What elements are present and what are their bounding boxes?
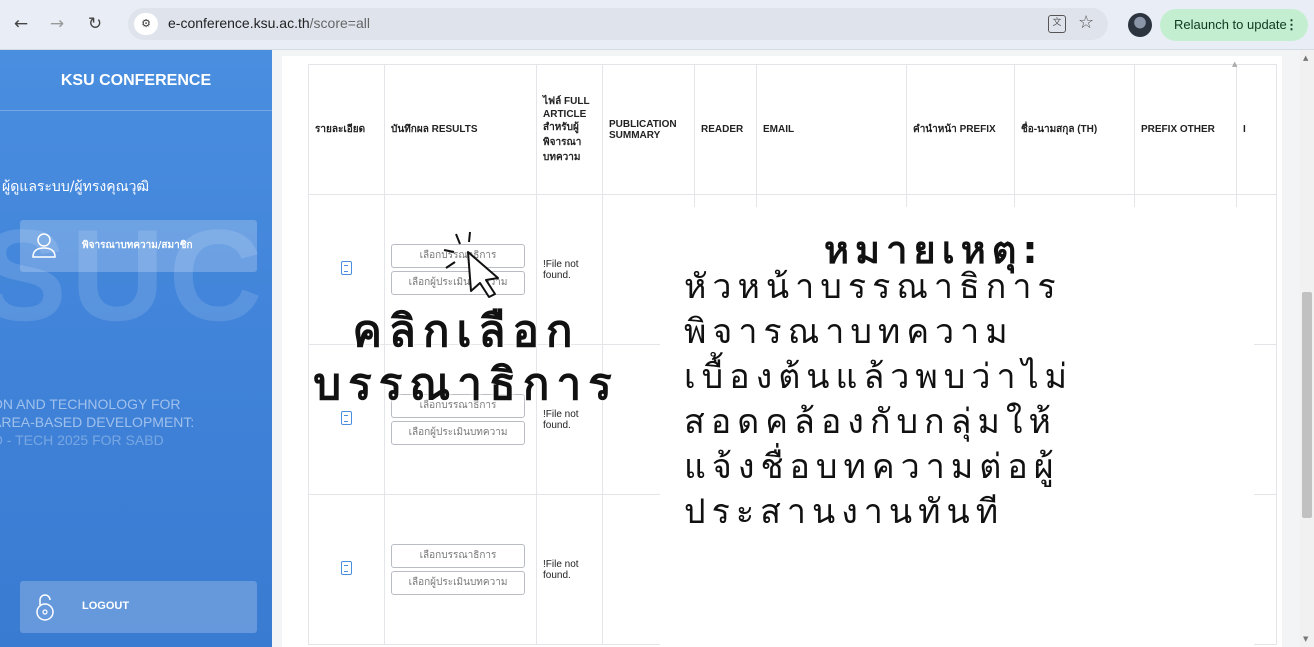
column-header: PUBLICATION SUMMARY (602, 64, 695, 195)
bookmark-star-icon[interactable]: ☆ (1078, 12, 1094, 33)
table-header-row: รายละเอียด บันทึกผล RESULTS ไฟล์ FULL AR… (308, 64, 1277, 195)
note-line: แจ้งชื่อบทความต่อผู้ (684, 447, 1060, 487)
back-icon[interactable]: ← (8, 11, 34, 37)
clipboard-icon[interactable] (341, 411, 352, 425)
logout-button[interactable]: LOGOUT (20, 581, 257, 633)
watermark-text: AREA-BASED DEVELOPMENT: (0, 414, 195, 430)
column-header: PREFIX OTHER (1134, 64, 1237, 195)
select-reviewer-button[interactable]: เลือกผู้ประเมินบทความ (391, 421, 525, 445)
scroll-down-icon[interactable]: ▼ (1303, 635, 1308, 643)
column-header: บันทึกผล RESULTS (384, 64, 537, 195)
table-scroll-up-icon[interactable]: ▲ (1232, 60, 1237, 68)
note-line: หัวหน้าบรรณาธิการ (684, 267, 1062, 307)
note-panel: หมายเหตุ: หัวหน้าบรรณาธิการ พิจารณาบทควา… (660, 207, 1254, 647)
reload-icon[interactable]: ↻ (82, 11, 108, 37)
cursor-click-icon (443, 231, 499, 298)
browser-toolbar: ← → ↻ ⚙ e-conference.ksu.ac.th/score=all… (0, 0, 1314, 50)
forward-icon[interactable]: → (44, 11, 70, 37)
clipboard-icon[interactable] (341, 261, 352, 275)
role-label: ผู้ดูแลระบบ/ผู้ทรงคุณวุฒิ (2, 179, 150, 195)
note-body: หัวหน้าบรรณาธิการ พิจารณาบทความ เบื้องต้… (684, 265, 1244, 535)
column-header: EMAIL (756, 64, 907, 195)
scrollbar-thumb[interactable] (1302, 292, 1312, 518)
file-status: !File not found. (543, 558, 579, 581)
sidebar-item-label: พิจารณาบทความ/สมาชิก (82, 240, 193, 251)
sidebar-item-reviewer[interactable]: พิจารณาบทความ/สมาชิก (20, 220, 257, 272)
click-instruction-line: บรรณาธิการ (313, 359, 619, 410)
lock-icon (36, 594, 54, 621)
sidebar: SUC ON AND TECHNOLOGY FOR AREA-BASED DEV… (0, 50, 272, 647)
translate-icon[interactable]: 文 (1048, 15, 1066, 33)
clipboard-icon[interactable] (341, 561, 352, 575)
column-header: คำนำหน้า PREFIX (906, 64, 1015, 195)
click-instruction-line: คลิกเลือก (352, 306, 580, 357)
profile-avatar[interactable] (1128, 13, 1152, 37)
watermark-text: ON AND TECHNOLOGY FOR (0, 396, 181, 412)
user-icon (32, 233, 56, 258)
click-instruction: คลิกเลือก บรรณาธิการ (276, 305, 656, 411)
note-line: สอดคล้องกับกลุ่มให้ (684, 402, 1057, 442)
divider (0, 110, 272, 111)
scroll-up-icon[interactable]: ▲ (1303, 54, 1308, 62)
site-info-icon[interactable]: ⚙ (134, 13, 158, 35)
note-line: พิจารณาบทความ (684, 312, 1014, 352)
note-line: เบื้องต้นแล้วพบว่าไม่ (684, 357, 1074, 397)
column-header: รายละเอียด (308, 64, 385, 195)
menu-dots-icon[interactable]: ⋮ (1285, 9, 1298, 41)
column-header: I (1236, 64, 1277, 195)
watermark-text: O - TECH 2025 FOR SABD (0, 432, 164, 448)
logout-label: LOGOUT (82, 600, 130, 612)
file-status: !File not found. (543, 258, 579, 281)
column-header: READER (694, 64, 757, 195)
column-header: ชื่อ-นามสกุล (TH) (1014, 64, 1135, 195)
note-line: ประสานงานทันที (684, 492, 1005, 532)
select-reviewer-button[interactable]: เลือกผู้ประเมินบทความ (391, 571, 525, 595)
relaunch-button[interactable]: Relaunch to update ⋮ (1160, 9, 1308, 41)
scrollbar[interactable]: ▲ ▼ (1300, 50, 1314, 647)
select-editor-button[interactable]: เลือกบรรณาธิการ (391, 544, 525, 568)
address-bar[interactable]: ⚙ e-conference.ksu.ac.th/score=all 文 ☆ (128, 8, 1108, 40)
file-status: !File not found. (543, 408, 579, 431)
column-header: ไฟล์ FULL ARTICLE สำหรับผู้พิจารณาบทความ (536, 64, 603, 195)
url-text[interactable]: e-conference.ksu.ac.th/score=all (168, 15, 370, 31)
brand-title[interactable]: KSU CONFERENCE (0, 72, 272, 90)
